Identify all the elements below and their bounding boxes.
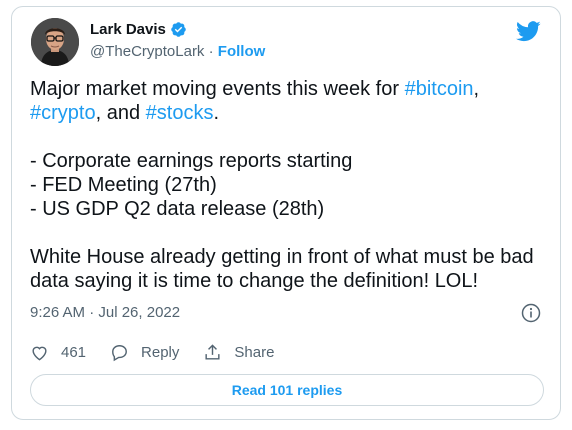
closing-line: White House already getting in front of …	[30, 246, 534, 268]
bullet-item: - US GDP Q2 data release (28th)	[30, 198, 325, 220]
separator: ·	[208, 43, 214, 60]
follow-button[interactable]: Follow	[218, 43, 266, 60]
verified-badge-icon	[170, 21, 187, 38]
heart-icon	[32, 346, 47, 361]
share-icon	[205, 344, 220, 360]
author-name-row: Lark Davis	[90, 21, 187, 38]
tweet-card: Lark Davis @TheCryptoLark · Follow Major…	[11, 6, 561, 420]
tweet-line: #crypto, and #stocks.	[30, 101, 550, 125]
tweet-line: Major market moving events this week for…	[30, 77, 550, 101]
tweet-text: .	[213, 102, 220, 124]
like-button[interactable]: 461	[30, 343, 86, 362]
like-count: 461	[61, 344, 87, 361]
share-button[interactable]: Share	[203, 343, 274, 362]
reply-icon	[112, 345, 127, 362]
reply-label: Reply	[141, 344, 180, 361]
closing-line: data saying it is time to change the def…	[30, 270, 479, 292]
hashtag-crypto-link[interactable]: #crypto	[30, 102, 96, 124]
reply-button[interactable]: Reply	[110, 343, 179, 362]
tweet-text: Major market moving events this week for	[30, 78, 405, 100]
author-handle[interactable]: @TheCryptoLark	[90, 43, 204, 60]
twitter-bird-icon[interactable]	[516, 21, 541, 42]
tweet-body: Major market moving events this week for…	[30, 77, 550, 293]
author-name[interactable]: Lark Davis	[90, 21, 166, 38]
read-replies-button[interactable]: Read 101 replies	[30, 374, 544, 406]
author-handle-row: @TheCryptoLark · Follow	[90, 43, 265, 60]
share-label: Share	[234, 344, 275, 361]
action-bar: 461 Reply Share	[30, 343, 274, 362]
avatar[interactable]	[31, 18, 79, 66]
hashtag-stocks-link[interactable]: #stocks	[146, 102, 214, 124]
info-icon[interactable]	[521, 303, 541, 323]
bullet-item: - FED Meeting (27th)	[30, 174, 217, 196]
bullet-item: - Corporate earnings reports starting	[30, 150, 353, 172]
tweet-text: , and	[95, 102, 146, 124]
hashtag-bitcoin-link[interactable]: #bitcoin	[405, 78, 474, 100]
tweet-timestamp[interactable]: 9:26 AM · Jul 26, 2022	[30, 304, 180, 321]
tweet-text: ,	[473, 78, 480, 100]
